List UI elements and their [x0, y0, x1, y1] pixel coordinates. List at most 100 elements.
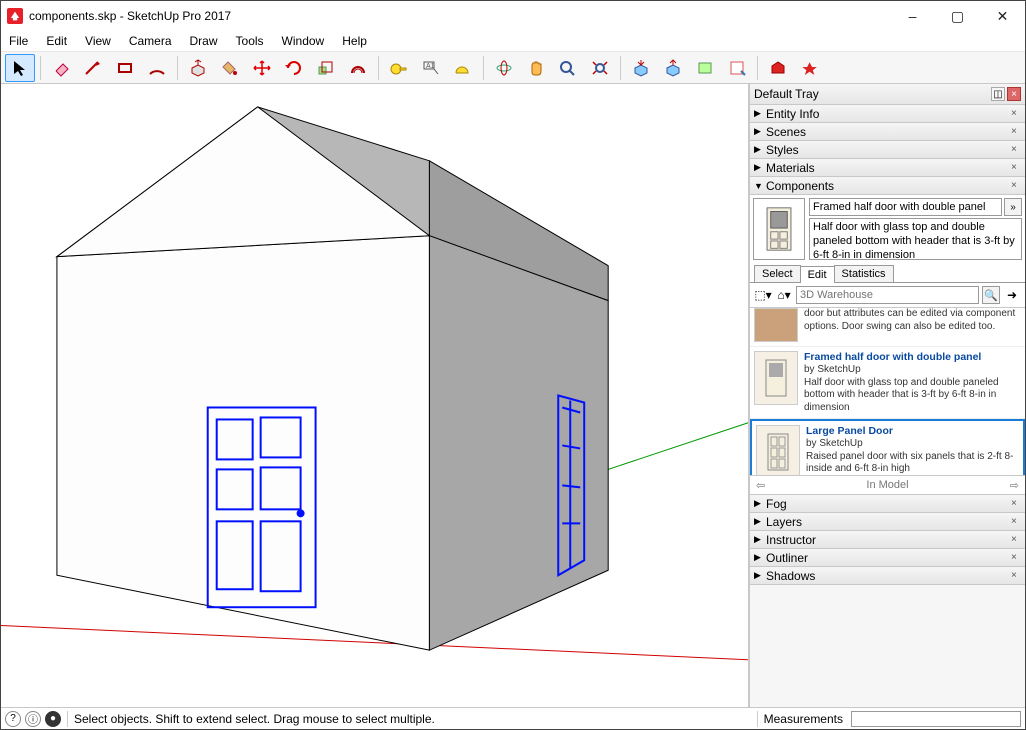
menu-edit[interactable]: Edit [42, 32, 71, 50]
search-button[interactable]: 🔍 [982, 286, 1000, 304]
panel-close-icon[interactable]: × [1011, 570, 1021, 581]
paint-tool[interactable] [215, 54, 245, 82]
tab-edit[interactable]: Edit [800, 266, 835, 283]
component-tabs: Select Edit Statistics [750, 263, 1025, 283]
addlocation-tool[interactable] [690, 54, 720, 82]
menu-view[interactable]: View [81, 32, 115, 50]
panel-close-icon[interactable]: × [1011, 144, 1021, 155]
panel-layers[interactable]: ▶Layers× [750, 513, 1025, 531]
protractor-tool[interactable] [448, 54, 478, 82]
minimize-button[interactable]: – [890, 2, 935, 30]
tab-select[interactable]: Select [754, 265, 801, 282]
pan-tool[interactable] [521, 54, 551, 82]
component-nav: ⇦ In Model ⇨ [750, 476, 1025, 494]
menu-help[interactable]: Help [338, 32, 371, 50]
panel-close-icon[interactable]: × [1011, 180, 1021, 191]
sharemodel-tool[interactable] [658, 54, 688, 82]
separator [40, 56, 41, 80]
separator [177, 56, 178, 80]
collapse-icon: ▶ [754, 516, 762, 527]
panel-close-icon[interactable]: × [1011, 534, 1021, 545]
list-item-selected[interactable]: Large Panel Door by SketchUp Raised pane… [750, 419, 1025, 476]
menu-camera[interactable]: Camera [125, 32, 176, 50]
collapse-icon: ▶ [754, 126, 762, 137]
nav-forward-icon[interactable]: ⇨ [1010, 479, 1019, 492]
sharelayout-tool[interactable] [722, 54, 752, 82]
door-thumbnail-icon [754, 351, 798, 405]
tab-statistics[interactable]: Statistics [834, 265, 894, 282]
offset-tool[interactable] [343, 54, 373, 82]
separator [620, 56, 621, 80]
separator [67, 711, 68, 727]
maximize-button[interactable]: ▢ [935, 2, 980, 30]
tray-close-icon[interactable]: × [1007, 87, 1021, 101]
select-tool[interactable] [5, 54, 35, 82]
svg-text:A1: A1 [426, 63, 435, 70]
separator [483, 56, 484, 80]
panel-entity-info[interactable]: ▶Entity Info× [750, 105, 1025, 123]
home-icon[interactable]: ⌂▾ [775, 286, 793, 304]
tray-header[interactable]: Default Tray ◫ × [750, 84, 1025, 105]
viewport-3d[interactable] [1, 84, 749, 707]
arc-tool[interactable] [142, 54, 172, 82]
menu-draw[interactable]: Draw [186, 32, 222, 50]
zoomextents-tool[interactable] [585, 54, 615, 82]
measurements-input[interactable] [851, 711, 1021, 727]
panel-close-icon[interactable]: × [1011, 552, 1021, 563]
eraser-tool[interactable] [46, 54, 76, 82]
panel-fog[interactable]: ▶Fog× [750, 495, 1025, 513]
geolocation-icon[interactable]: ⓘ [25, 711, 41, 727]
panel-close-icon[interactable]: × [1011, 108, 1021, 119]
panel-close-icon[interactable]: × [1011, 126, 1021, 137]
component-expand-button[interactable]: » [1004, 198, 1022, 216]
list-item[interactable]: door but attributes can be edited via co… [750, 308, 1025, 347]
text-tool[interactable]: A1 [416, 54, 446, 82]
close-button[interactable]: ✕ [980, 2, 1025, 30]
pushpull-tool[interactable] [183, 54, 213, 82]
rectangle-tool[interactable] [110, 54, 140, 82]
panel-instructor[interactable]: ▶Instructor× [750, 531, 1025, 549]
panel-shadows[interactable]: ▶Shadows× [750, 567, 1025, 585]
rotate-tool[interactable] [279, 54, 309, 82]
menu-file[interactable]: File [5, 32, 32, 50]
tapemeasure-tool[interactable] [384, 54, 414, 82]
zoom-tool[interactable] [553, 54, 583, 82]
list-item[interactable]: Framed half door with double panel by Sk… [750, 347, 1025, 419]
send-to-warehouse-icon[interactable]: ➜ [1003, 286, 1021, 304]
panel-scenes[interactable]: ▶Scenes× [750, 123, 1025, 141]
menubar: File Edit View Camera Draw Tools Window … [1, 31, 1025, 51]
titlebar: components.skp - SketchUp Pro 2017 – ▢ ✕ [1, 1, 1025, 31]
collapse-icon: ▶ [754, 534, 762, 545]
panel-close-icon[interactable]: × [1011, 516, 1021, 527]
component-name-field[interactable] [809, 198, 1002, 216]
component-list[interactable]: door but attributes can be edited via co… [750, 308, 1025, 476]
component-desc-field[interactable] [809, 218, 1022, 260]
panel-components[interactable]: ▼Components× [750, 177, 1025, 195]
help-icon[interactable]: ? [5, 711, 21, 727]
menu-window[interactable]: Window [278, 32, 329, 50]
panel-close-icon[interactable]: × [1011, 498, 1021, 509]
tray-pin-icon[interactable]: ◫ [991, 87, 1005, 101]
panel-materials[interactable]: ▶Materials× [750, 159, 1025, 177]
nav-label: In Model [765, 479, 1010, 491]
menu-tools[interactable]: Tools [232, 32, 268, 50]
expand-icon: ▼ [754, 181, 762, 191]
panel-styles[interactable]: ▶Styles× [750, 141, 1025, 159]
collapse-icon: ▶ [754, 108, 762, 119]
extension-manager-icon[interactable] [795, 54, 825, 82]
line-tool[interactable] [78, 54, 108, 82]
nav-back-icon[interactable]: ⇦ [756, 479, 765, 492]
panel-outliner[interactable]: ▶Outliner× [750, 549, 1025, 567]
workarea: Default Tray ◫ × ▶Entity Info× ▶Scenes× … [1, 84, 1025, 707]
separator [757, 711, 758, 727]
signin-icon[interactable]: ● [45, 711, 61, 727]
extension-warehouse[interactable] [763, 54, 793, 82]
app-icon [7, 8, 23, 24]
getmodels-tool[interactable] [626, 54, 656, 82]
move-tool[interactable] [247, 54, 277, 82]
orbit-tool[interactable] [489, 54, 519, 82]
scale-tool[interactable] [311, 54, 341, 82]
selection-mode-icon[interactable]: ⬚▾ [754, 286, 772, 304]
panel-close-icon[interactable]: × [1011, 162, 1021, 173]
search-input[interactable] [796, 286, 979, 304]
